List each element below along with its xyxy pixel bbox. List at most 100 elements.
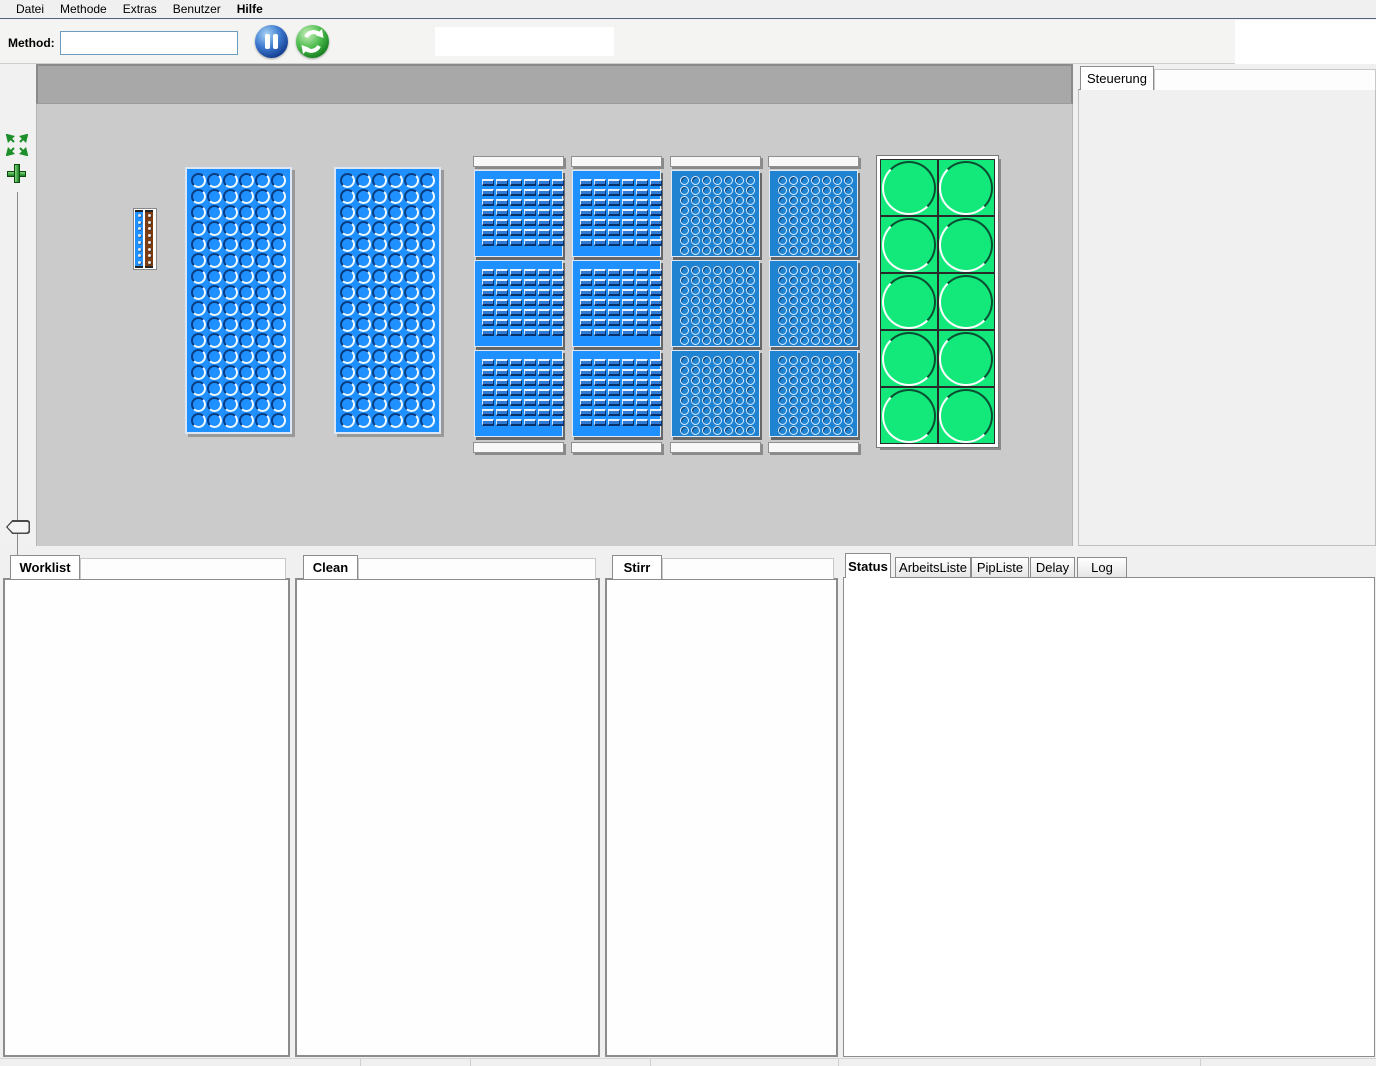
well [207, 413, 222, 428]
microplate-96-1[interactable] [185, 167, 292, 434]
zoom-in-icon[interactable] [7, 164, 26, 183]
tip-slot [636, 279, 648, 286]
menu-item-datei[interactable]: Datei [8, 1, 52, 18]
well [388, 317, 403, 332]
well [735, 356, 744, 365]
tip-slot [608, 409, 620, 416]
well [420, 205, 435, 220]
tip-slot [636, 199, 648, 206]
tube-strip-rack[interactable] [133, 208, 157, 270]
tip-slot [650, 409, 662, 416]
tube-position [138, 248, 141, 251]
tip-slot [482, 319, 494, 326]
tip-slot [622, 369, 634, 376]
well [724, 336, 733, 345]
well [735, 276, 744, 285]
status-tab-log[interactable]: Log [1077, 557, 1127, 577]
tip-slot [538, 409, 550, 416]
well [833, 416, 842, 425]
well [811, 176, 820, 185]
well [271, 413, 286, 428]
well [713, 236, 722, 245]
well [789, 326, 798, 335]
well [404, 189, 419, 204]
well-plate-3[interactable] [671, 350, 760, 437]
status-tab-arbeitsliste[interactable]: ArbeitsListe [895, 557, 971, 577]
well [800, 186, 809, 195]
tip-slot [636, 229, 648, 236]
well-plate-2[interactable] [769, 260, 858, 347]
tip-slot [510, 209, 522, 216]
tip-rack-3[interactable] [572, 350, 661, 437]
well [702, 416, 711, 425]
status-bar-divider [1200, 1059, 1201, 1066]
well [811, 276, 820, 285]
tube-position [148, 261, 151, 264]
carrier-tips-1[interactable] [473, 156, 566, 454]
well-plate-3[interactable] [769, 350, 858, 437]
menu-item-benutzer[interactable]: Benutzer [165, 1, 229, 18]
tip-slot [538, 299, 550, 306]
tip-slot [608, 279, 620, 286]
tip-slot [636, 369, 648, 376]
deck-zoom-sidebar [0, 64, 36, 546]
well [746, 316, 755, 325]
carrier-plates-1[interactable] [670, 156, 763, 454]
tip-rack-2[interactable] [572, 260, 661, 347]
well [340, 365, 355, 380]
carrier-plates-2[interactable] [768, 156, 861, 454]
tip-slot [496, 309, 508, 316]
zoom-slider-thumb[interactable] [6, 520, 30, 534]
menu-item-methode[interactable]: Methode [52, 1, 115, 18]
well [691, 316, 700, 325]
well [255, 301, 270, 316]
tip-slot [636, 319, 648, 326]
worklist-tabstrip [80, 558, 286, 579]
well [713, 276, 722, 285]
status-tab-status[interactable]: Status [845, 553, 891, 578]
microplate-96-2[interactable] [334, 167, 441, 434]
well [844, 426, 853, 435]
well-plate-1[interactable] [671, 170, 760, 257]
well [356, 301, 371, 316]
tip-slot [510, 289, 522, 296]
fit-view-icon[interactable] [6, 134, 28, 156]
well-plate-2[interactable] [671, 260, 760, 347]
well [833, 316, 842, 325]
carrier-rail-top [473, 156, 564, 167]
tip-rack-3[interactable] [474, 350, 563, 437]
tip-rack-2[interactable] [474, 260, 563, 347]
tube-position [148, 248, 151, 251]
tip-rack-1[interactable] [572, 170, 661, 257]
well [844, 336, 853, 345]
tip-slot [608, 219, 620, 226]
tube-position [138, 234, 141, 237]
menu-item-hilfe[interactable]: Hilfe [229, 1, 271, 18]
well-plate-1[interactable] [769, 170, 858, 257]
tip-slot [608, 229, 620, 236]
refresh-button[interactable] [296, 25, 329, 58]
trough-rack[interactable] [877, 156, 998, 447]
tip-rack-1[interactable] [474, 170, 563, 257]
method-input[interactable] [60, 31, 238, 55]
tip-slot [622, 389, 634, 396]
well [811, 196, 820, 205]
well [800, 386, 809, 395]
status-tab-pipliste[interactable]: PipListe [971, 557, 1029, 577]
tip-slot [482, 179, 494, 186]
well [713, 206, 722, 215]
pause-button[interactable] [255, 25, 288, 58]
well [255, 381, 270, 396]
menu-item-extras[interactable]: Extras [115, 1, 165, 18]
well [255, 221, 270, 236]
well [691, 216, 700, 225]
well [691, 416, 700, 425]
tip-slot [496, 379, 508, 386]
carrier-tips-2[interactable] [571, 156, 664, 454]
well [778, 216, 787, 225]
well [746, 396, 755, 405]
well [691, 326, 700, 335]
status-tab-delay[interactable]: Delay [1030, 557, 1075, 577]
well [702, 426, 711, 435]
well [340, 173, 355, 188]
